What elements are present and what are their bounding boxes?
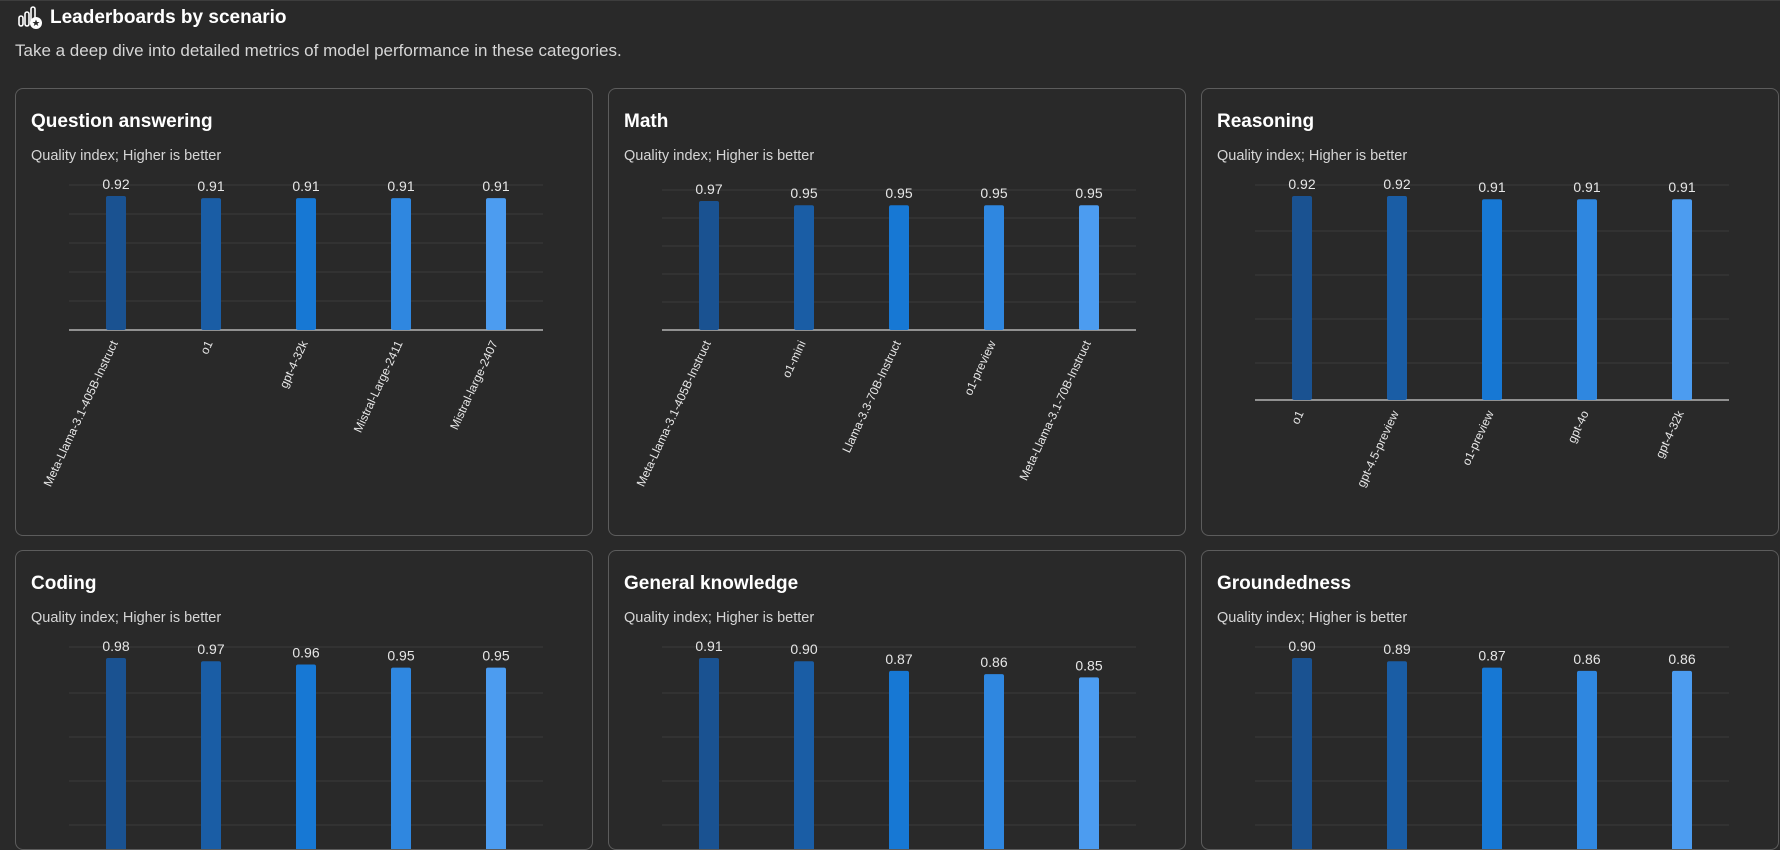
bar[interactable] (486, 667, 506, 850)
data-label: 0.85 (1075, 657, 1102, 673)
scenario-card[interactable]: Coding Quality index; Higher is better 0.9… (15, 550, 593, 850)
tick-label: Meta-Llama-3.1-405B-Instruct (634, 338, 714, 489)
bar-chart: 0.91 0.90 0.87 0.86 0.85 (662, 638, 1136, 850)
scenario-card[interactable]: Math Quality index; Higher is better 0.97 M… (608, 88, 1186, 536)
bar[interactable] (889, 670, 909, 850)
data-label: 0.91 (482, 178, 509, 194)
data-label: 0.86 (1573, 651, 1600, 667)
scenario-card[interactable]: Groundedness Quality index; Higher is bet… (1201, 550, 1779, 850)
tick-label: o1 (197, 338, 215, 356)
bar[interactable] (1672, 199, 1692, 400)
data-label: 0.86 (980, 654, 1007, 670)
section-header: Leaderboards by scenario (16, 4, 287, 32)
bar[interactable] (699, 201, 719, 330)
tick-label: Mistral-Large-2411 (351, 338, 406, 435)
data-label: 0.92 (1383, 176, 1410, 192)
bar[interactable] (794, 205, 814, 330)
bar-chart: 0.98 0.97 0.96 0.95 0.95 (69, 638, 543, 850)
bar[interactable] (1292, 196, 1312, 400)
tick-label: Llama-3.3-70B-Instruct (839, 338, 904, 455)
data-label: 0.97 (197, 641, 224, 657)
bar[interactable] (1079, 205, 1099, 330)
bar[interactable] (296, 664, 316, 850)
data-label: 0.91 (197, 178, 224, 194)
data-label: 0.91 (1478, 179, 1505, 195)
data-label: 0.98 (102, 638, 129, 654)
scenario-card[interactable]: General knowledge Quality index; Higher i… (608, 550, 1186, 850)
data-label: 0.89 (1383, 641, 1410, 657)
bar[interactable] (794, 661, 814, 850)
data-label: 0.92 (102, 176, 129, 192)
bar-chart: 0.92 o1 0.92 gpt-4.5-preview 0.91 o1-preview 0… (1255, 176, 1729, 489)
data-label: 0.91 (695, 638, 722, 654)
bar[interactable] (984, 205, 1004, 330)
bar[interactable] (1079, 677, 1099, 850)
data-label: 0.97 (695, 181, 722, 197)
data-label: 0.91 (1573, 179, 1600, 195)
data-label: 0.87 (885, 651, 912, 667)
data-label: 0.95 (482, 648, 509, 664)
tick-label: gpt-4-32k (1653, 407, 1688, 460)
bar[interactable] (1577, 199, 1597, 400)
tick-label: o1-mini (779, 338, 808, 380)
data-label: 0.87 (1478, 648, 1505, 664)
bar[interactable] (201, 661, 221, 850)
bar[interactable] (296, 198, 316, 330)
bar[interactable] (1387, 196, 1407, 400)
bar[interactable] (889, 205, 909, 330)
bar[interactable] (201, 198, 221, 330)
bar[interactable] (699, 658, 719, 850)
data-label: 0.90 (1288, 638, 1315, 654)
tick-label: Mistral-large-2407 (447, 338, 501, 432)
data-label: 0.95 (885, 185, 912, 201)
data-label: 0.90 (790, 641, 817, 657)
data-label: 0.92 (1288, 176, 1315, 192)
data-label: 0.86 (1668, 651, 1695, 667)
bar[interactable] (984, 674, 1004, 850)
bar[interactable] (106, 658, 126, 850)
page-title: Leaderboards by scenario (50, 7, 287, 28)
data-label: 0.91 (387, 178, 414, 194)
tick-label: Meta-Llama-3.1-70B-Instruct (1016, 338, 1094, 483)
tick-label: gpt-4o (1565, 408, 1592, 445)
data-label: 0.91 (292, 178, 319, 194)
tick-label: o1-preview (961, 338, 999, 397)
leaderboard-icon (18, 6, 42, 29)
bar[interactable] (1577, 670, 1597, 850)
data-label: 0.95 (980, 185, 1007, 201)
bar[interactable] (1672, 670, 1692, 850)
data-label: 0.95 (387, 648, 414, 664)
bar-chart: 0.92 Meta-Llama-3.1-405B-Instruct 0.91 o1 0.… (41, 176, 543, 489)
bar[interactable] (106, 196, 126, 330)
bar-chart: 0.97 Meta-Llama-3.1-405B-Instruct 0.95 o1-m… (634, 181, 1136, 489)
tick-label: o1 (1288, 408, 1306, 426)
bar[interactable] (391, 667, 411, 850)
bar[interactable] (391, 198, 411, 330)
bar[interactable] (1387, 661, 1407, 850)
bar[interactable] (1292, 658, 1312, 850)
tick-label: gpt-4-32k (277, 337, 312, 390)
bar-chart: 0.90 0.89 0.87 0.86 0.86 (1255, 638, 1729, 850)
data-label: 0.96 (292, 644, 319, 660)
data-label: 0.95 (790, 185, 817, 201)
scenario-card[interactable]: Question answering Quality index; Higher … (15, 88, 593, 536)
scenario-card[interactable]: Reasoning Quality index; Higher is better… (1201, 88, 1779, 536)
page-subtitle: Take a deep dive into detailed metrics o… (15, 41, 622, 60)
data-label: 0.95 (1075, 185, 1102, 201)
data-label: 0.91 (1668, 179, 1695, 195)
bar[interactable] (486, 198, 506, 330)
bar[interactable] (1482, 199, 1502, 400)
top-divider (0, 0, 1780, 1)
bar[interactable] (1482, 667, 1502, 850)
tick-label: gpt-4.5-preview (1354, 408, 1402, 489)
tick-label: o1-preview (1459, 408, 1497, 467)
tick-label: Meta-Llama-3.1-405B-Instruct (41, 338, 121, 489)
